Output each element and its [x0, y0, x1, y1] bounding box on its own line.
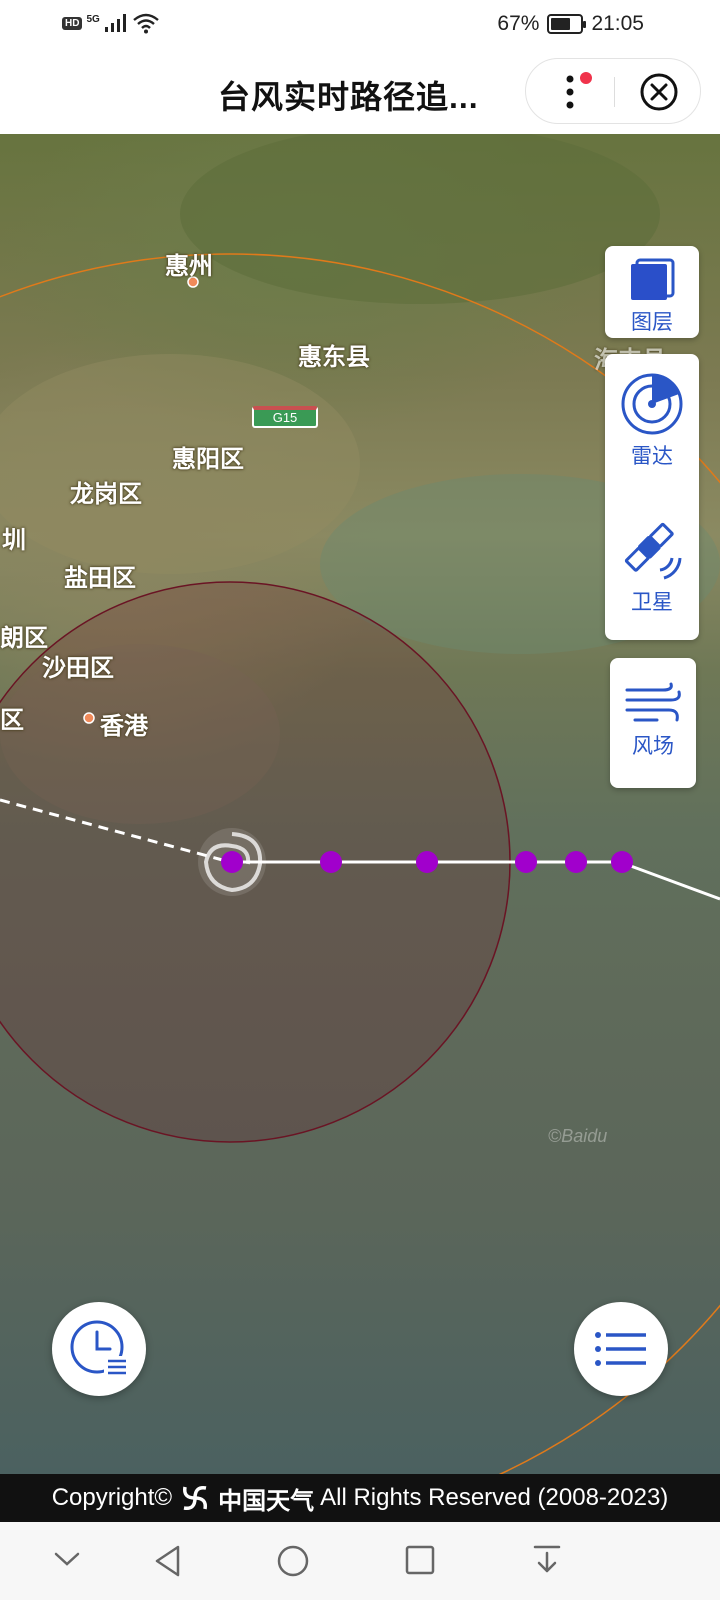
signal-icon — [104, 14, 126, 32]
city-marker-hongkong — [83, 712, 95, 724]
history-button[interactable] — [52, 1302, 146, 1396]
forecast-point[interactable] — [565, 851, 587, 873]
notification-dot — [580, 72, 592, 84]
wifi-icon — [133, 13, 159, 34]
chevron-down-icon[interactable] — [52, 1544, 82, 1574]
copyright-brand: 中国天气 — [218, 1487, 315, 1515]
mini-program-capsule — [525, 58, 701, 124]
more-vertical-icon — [566, 75, 574, 109]
map-label-langqu: 朗区 — [0, 625, 48, 652]
china-weather-logo-icon — [183, 1485, 208, 1511]
map-label-huizhou: 惠州 — [165, 253, 213, 280]
radar-icon — [621, 373, 683, 435]
map-label-huiyang: 惠阳区 — [172, 446, 244, 473]
status-left: HD 5G — [62, 12, 160, 34]
page-title: 台风实时路径追... — [218, 79, 479, 115]
layers-button[interactable]: 图层 — [605, 246, 699, 338]
wind-icon — [625, 682, 681, 722]
recent-apps-icon[interactable] — [404, 1544, 436, 1576]
clock: 21:05 — [591, 12, 644, 35]
current-position-point[interactable] — [221, 851, 243, 873]
download-icon[interactable] — [532, 1544, 562, 1576]
map-label-yantian: 盐田区 — [64, 565, 136, 592]
satellite-icon — [624, 522, 682, 580]
wind-button[interactable]: 风场 — [610, 658, 696, 788]
battery-percent: 67% — [497, 12, 540, 35]
title-bar: 台风实时路径追... — [0, 50, 720, 134]
back-icon[interactable] — [152, 1544, 184, 1578]
forecast-point[interactable] — [611, 851, 633, 873]
copyright-suffix: All Rights Reserved (2008-2023) — [320, 1484, 669, 1511]
highway-badge: G15 — [252, 406, 318, 428]
clock-list-icon — [70, 1320, 128, 1378]
radar-satellite-card: 雷达 卫星 — [605, 354, 699, 640]
map-label-shenzhen: 圳 — [2, 527, 26, 554]
typhoon-map[interactable]: 惠州 惠东县 惠阳区 龙岗区 圳 盐田区 朗区 沙田区 区 香港 海丰县 G15… — [0, 134, 720, 1474]
mountain-region — [180, 134, 660, 304]
map-label-hongkong: 香港 — [100, 713, 148, 740]
map-label-shatian: 沙田区 — [42, 655, 114, 682]
status-bar: HD 5G 67% 21:05 — [0, 0, 720, 50]
layers-item: 图层 — [605, 256, 699, 336]
map-label-longgang: 龙岗区 — [70, 481, 142, 508]
close-circle-icon — [640, 73, 677, 111]
map-label-huidong: 惠东县 — [298, 344, 370, 371]
hd-badge: HD — [62, 16, 83, 30]
home-icon[interactable] — [276, 1544, 310, 1578]
layers-label: 图层 — [631, 311, 673, 334]
list-button[interactable] — [574, 1302, 668, 1396]
satellite-button[interactable]: 卫星 — [605, 518, 699, 616]
radar-label: 雷达 — [631, 445, 673, 468]
wind-item: 风场 — [606, 680, 700, 760]
list-icon — [595, 1332, 646, 1366]
map-label-district: 区 — [0, 707, 24, 734]
satellite-label: 卫星 — [631, 591, 673, 614]
copyright-prefix: Copyright© — [51, 1484, 173, 1511]
battery-fill — [551, 18, 571, 30]
forecast-track-tail — [619, 860, 720, 901]
forecast-point[interactable] — [416, 851, 438, 873]
more-button[interactable] — [526, 59, 614, 125]
status-right: 67% 21:05 — [497, 12, 644, 36]
battery-icon — [547, 14, 587, 34]
forecast-point[interactable] — [320, 851, 342, 873]
system-nav-bar — [0, 1522, 720, 1600]
close-button[interactable] — [615, 59, 702, 125]
layers-icon — [631, 258, 675, 300]
baidu-watermark: ©Baidu — [548, 1126, 608, 1146]
wind-label: 风场 — [632, 735, 674, 758]
radar-button[interactable]: 雷达 — [605, 372, 699, 470]
forecast-point[interactable] — [515, 851, 537, 873]
copyright-bar: Copyright© 中国天气 All Rights Reserved (200… — [0, 1474, 720, 1522]
network-type: 5G — [86, 13, 100, 25]
